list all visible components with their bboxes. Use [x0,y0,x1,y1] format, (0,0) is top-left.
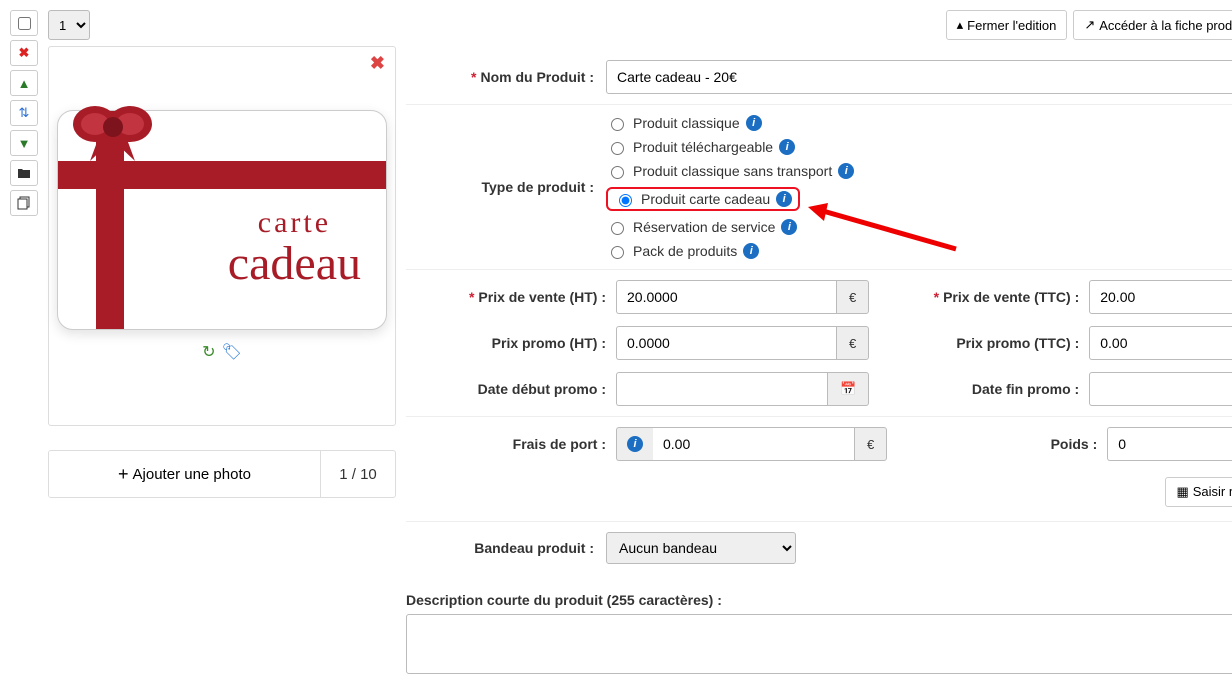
price-ht-input[interactable] [616,280,836,314]
type-option-download[interactable]: Produit téléchargeablei [606,139,1232,155]
date-end-label: Date fin promo : [879,381,1079,397]
info-icon[interactable]: i [746,115,762,131]
row-checkbox[interactable] [18,17,31,30]
rotate-icon[interactable]: ↻ [202,342,215,362]
type-label: Type de produit : [406,179,606,195]
product-name-input[interactable] [606,60,1232,94]
plus-icon: + [118,464,129,485]
move-down-button[interactable]: ▼ [10,130,38,156]
info-icon[interactable]: i [616,427,653,461]
move-up-button[interactable]: ▲ [10,70,38,96]
chevron-up-icon: ▴ [957,17,964,33]
type-option-classic[interactable]: Produit classiquei [606,115,1232,131]
weight-label: Poids : [897,436,1097,452]
delete-button[interactable]: ✖ [10,40,38,66]
calendar-icon[interactable]: 📅 [827,372,869,406]
external-link-icon: ↗ [1084,17,1095,33]
info-icon[interactable]: i [838,163,854,179]
view-product-label: Accéder à la fiche produit [1099,18,1232,33]
remove-photo-icon[interactable]: ✖ [370,53,385,74]
promo-ttc-input[interactable] [1089,326,1232,360]
folder-button[interactable] [10,160,38,186]
type-option-notransport[interactable]: Produit classique sans transporti [606,163,1232,179]
add-photo-label: Ajouter une photo [133,466,251,483]
photo-count: 1 / 10 [320,451,395,497]
price-ttc-input[interactable] [1089,280,1232,314]
date-end-input[interactable] [1089,372,1232,406]
desc-textarea[interactable] [406,614,1232,674]
type-option-pack[interactable]: Pack de produitsi [606,243,1232,259]
price-ttc-label: *Prix de vente (TTC) : [879,289,1079,305]
info-icon[interactable]: i [743,243,759,259]
photo-order-select[interactable]: 1 [48,10,90,40]
swap-button[interactable]: ⇅ [10,100,38,126]
giftcard-line2: cadeau [228,236,361,291]
info-icon[interactable]: i [776,191,792,207]
currency-addon: € [836,280,869,314]
type-options: Produit classiquei Produit téléchargeabl… [606,115,1232,259]
price-ht-label: *Prix de vente (HT) : [406,289,606,305]
tag-icon[interactable]: 🏷 [222,342,242,362]
type-option-giftcard[interactable]: Produit carte cadeaui [606,187,800,211]
close-edition-label: Fermer l'edition [967,18,1056,33]
name-label: *Nom du Produit : [406,69,606,85]
select-checkbox[interactable] [10,10,38,36]
bandeau-label: Bandeau produit : [406,540,606,556]
view-product-button[interactable]: ↗ Accéder à la fiche produit [1073,10,1232,40]
bandeau-select[interactable]: Aucun bandeau [606,532,796,564]
shipping-label: Frais de port : [406,436,606,452]
info-icon[interactable]: i [781,219,797,235]
currency-addon: € [854,427,887,461]
grid-icon: ▦ [1176,484,1188,499]
promo-ht-label: Prix promo (HT) : [406,335,606,351]
giftcard-image: carte cadeau [57,110,387,330]
promo-ttc-label: Prix promo (TTC) : [879,335,1079,351]
weight-input[interactable] [1107,427,1232,461]
date-start-input[interactable] [616,372,827,406]
giftcard-line1: carte [228,206,361,240]
close-edition-button[interactable]: ▴ Fermer l'edition [946,10,1068,40]
stock-button[interactable]: ▦Saisir mon stock produit [1165,477,1232,507]
add-photo-button[interactable]: + Ajouter une photo [49,451,320,497]
info-icon[interactable]: i [779,139,795,155]
type-option-reservation[interactable]: Réservation de servicei [606,219,1232,235]
product-photo-frame: ✖ carte cadeau [48,46,396,426]
copy-button[interactable] [10,190,38,216]
shipping-input[interactable] [653,427,854,461]
promo-ht-input[interactable] [616,326,836,360]
desc-label: Description courte du produit (255 carac… [406,592,1232,608]
currency-addon: € [836,326,869,360]
date-start-label: Date début promo : [406,381,606,397]
